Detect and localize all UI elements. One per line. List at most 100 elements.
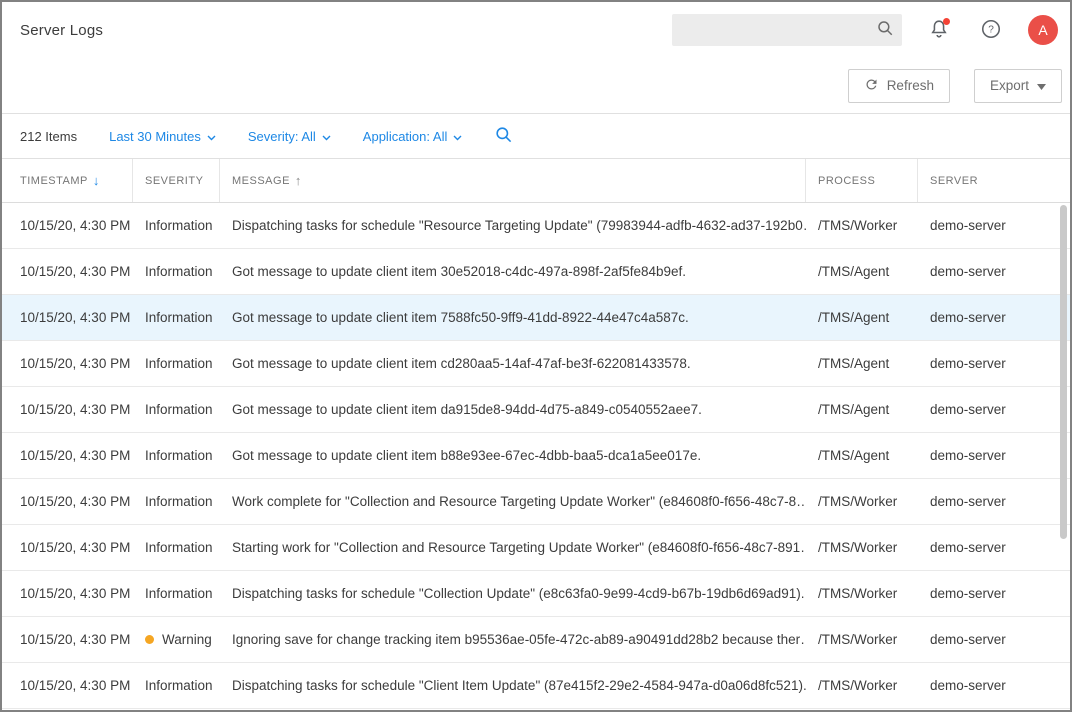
notifications-button[interactable]: [924, 15, 954, 45]
search-icon[interactable]: [876, 19, 894, 42]
severity-label: Information: [145, 356, 213, 371]
caret-down-icon: [1037, 78, 1046, 93]
time-filter-label: Last 30 Minutes: [109, 129, 201, 144]
warning-icon: [145, 635, 154, 644]
export-button[interactable]: Export: [974, 69, 1062, 103]
cell-timestamp: 10/15/20, 4:30 PM: [2, 525, 133, 570]
refresh-icon: [864, 77, 879, 95]
table-row[interactable]: 10/15/20, 4:30 PM Information Dispatchin…: [2, 203, 1070, 249]
column-label: SEVERITY: [145, 175, 203, 187]
cell-process: /TMS/Worker: [806, 663, 918, 708]
severity-label: Information: [145, 264, 213, 279]
help-button[interactable]: ?: [976, 15, 1006, 45]
cell-timestamp: 10/15/20, 4:30 PM: [2, 387, 133, 432]
severity-label: Information: [145, 310, 213, 325]
severity-label: Information: [145, 540, 213, 555]
cell-severity: Information: [133, 387, 220, 432]
severity-label: Information: [145, 586, 213, 601]
application-filter[interactable]: Application: All: [363, 129, 463, 144]
cell-timestamp: 10/15/20, 4:30 PM: [2, 571, 133, 616]
cell-server: demo-server: [918, 249, 1070, 294]
avatar-letter: A: [1038, 22, 1047, 38]
server-logs-window: Server Logs: [0, 0, 1072, 712]
cell-severity: Information: [133, 341, 220, 386]
cell-timestamp: 10/15/20, 4:30 PM: [2, 433, 133, 478]
cell-message: Dispatching tasks for schedule "Resource…: [220, 203, 806, 248]
cell-process: /TMS/Worker: [806, 571, 918, 616]
cell-severity: Information: [133, 203, 220, 248]
table-row[interactable]: 10/15/20, 4:30 PM Information Got messag…: [2, 341, 1070, 387]
severity-filter[interactable]: Severity: All: [248, 129, 331, 144]
cell-server: demo-server: [918, 433, 1070, 478]
cell-severity: Information: [133, 663, 220, 708]
cell-severity: Information: [133, 525, 220, 570]
severity-label: Information: [145, 448, 213, 463]
cell-message: Starting work for "Collection and Resour…: [220, 525, 806, 570]
column-header-message[interactable]: MESSAGE ↑: [220, 159, 806, 202]
chevron-down-icon: [207, 129, 216, 144]
cell-process: /TMS/Agent: [806, 249, 918, 294]
column-header-server[interactable]: SERVER: [918, 159, 1070, 202]
table-row[interactable]: 10/15/20, 4:30 PM Information Dispatchin…: [2, 663, 1070, 709]
cell-server: demo-server: [918, 525, 1070, 570]
search-icon: [494, 125, 513, 147]
cell-timestamp: 10/15/20, 4:30 PM: [2, 249, 133, 294]
cell-process: /TMS/Worker: [806, 479, 918, 524]
severity-label: Information: [145, 494, 213, 509]
notification-dot: [943, 18, 950, 25]
help-icon: ?: [980, 18, 1002, 43]
table-row[interactable]: 10/15/20, 4:30 PM Warning Ignoring save …: [2, 617, 1070, 663]
cell-message: Got message to update client item 7588fc…: [220, 295, 806, 340]
table-row[interactable]: 10/15/20, 4:30 PM Information Starting w…: [2, 525, 1070, 571]
cell-process: /TMS/Agent: [806, 295, 918, 340]
cell-timestamp: 10/15/20, 4:30 PM: [2, 663, 133, 708]
table-row[interactable]: 10/15/20, 4:30 PM Information Got messag…: [2, 387, 1070, 433]
cell-severity: Warning: [133, 617, 220, 662]
cell-process: /TMS/Worker: [806, 203, 918, 248]
cell-severity: Information: [133, 433, 220, 478]
column-label: MESSAGE: [232, 175, 290, 187]
cell-message: Got message to update client item da915d…: [220, 387, 806, 432]
severity-label: Warning: [162, 632, 212, 647]
refresh-label: Refresh: [887, 78, 934, 93]
top-bar: Server Logs: [2, 2, 1070, 58]
column-header-process[interactable]: PROCESS: [806, 159, 918, 202]
vertical-scrollbar-thumb[interactable]: [1060, 205, 1067, 539]
cell-server: demo-server: [918, 203, 1070, 248]
cell-process: /TMS/Agent: [806, 433, 918, 478]
items-count: 212 Items: [20, 129, 77, 144]
cell-timestamp: 10/15/20, 4:30 PM: [2, 341, 133, 386]
cell-message: Got message to update client item cd280a…: [220, 341, 806, 386]
cell-server: demo-server: [918, 341, 1070, 386]
cell-severity: Information: [133, 479, 220, 524]
cell-process: /TMS/Agent: [806, 341, 918, 386]
cell-process: /TMS/Worker: [806, 617, 918, 662]
column-header-timestamp[interactable]: TIMESTAMP ↓: [2, 159, 133, 202]
table-row[interactable]: 10/15/20, 4:30 PM Information Got messag…: [2, 433, 1070, 479]
avatar[interactable]: A: [1028, 15, 1058, 45]
table-row[interactable]: 10/15/20, 4:30 PM Information Got messag…: [2, 249, 1070, 295]
refresh-button[interactable]: Refresh: [848, 69, 950, 103]
column-label: PROCESS: [818, 175, 875, 187]
toolbar: Refresh Export: [2, 58, 1070, 114]
cell-message: Got message to update client item b88e93…: [220, 433, 806, 478]
sort-desc-icon: ↓: [93, 174, 100, 187]
cell-timestamp: 10/15/20, 4:30 PM: [2, 617, 133, 662]
cell-timestamp: 10/15/20, 4:30 PM: [2, 295, 133, 340]
cell-server: demo-server: [918, 295, 1070, 340]
table-row[interactable]: 10/15/20, 4:30 PM Information Dispatchin…: [2, 571, 1070, 617]
search-input[interactable]: [682, 23, 876, 38]
cell-message: Dispatching tasks for schedule "Client I…: [220, 663, 806, 708]
cell-server: demo-server: [918, 479, 1070, 524]
log-table-header: TIMESTAMP ↓ SEVERITY MESSAGE ↑ PROCESS S…: [2, 159, 1070, 203]
time-filter[interactable]: Last 30 Minutes: [109, 129, 216, 144]
cell-process: /TMS/Agent: [806, 387, 918, 432]
cell-message: Dispatching tasks for schedule "Collecti…: [220, 571, 806, 616]
filter-bar: 212 Items Last 30 Minutes Severity: All …: [2, 114, 1070, 159]
table-row[interactable]: 10/15/20, 4:30 PM Information Got messag…: [2, 295, 1070, 341]
cell-message: Got message to update client item 30e520…: [220, 249, 806, 294]
table-search-button[interactable]: [494, 125, 513, 147]
column-label: SERVER: [930, 175, 978, 187]
column-header-severity[interactable]: SEVERITY: [133, 159, 220, 202]
table-row[interactable]: 10/15/20, 4:30 PM Information Work compl…: [2, 479, 1070, 525]
